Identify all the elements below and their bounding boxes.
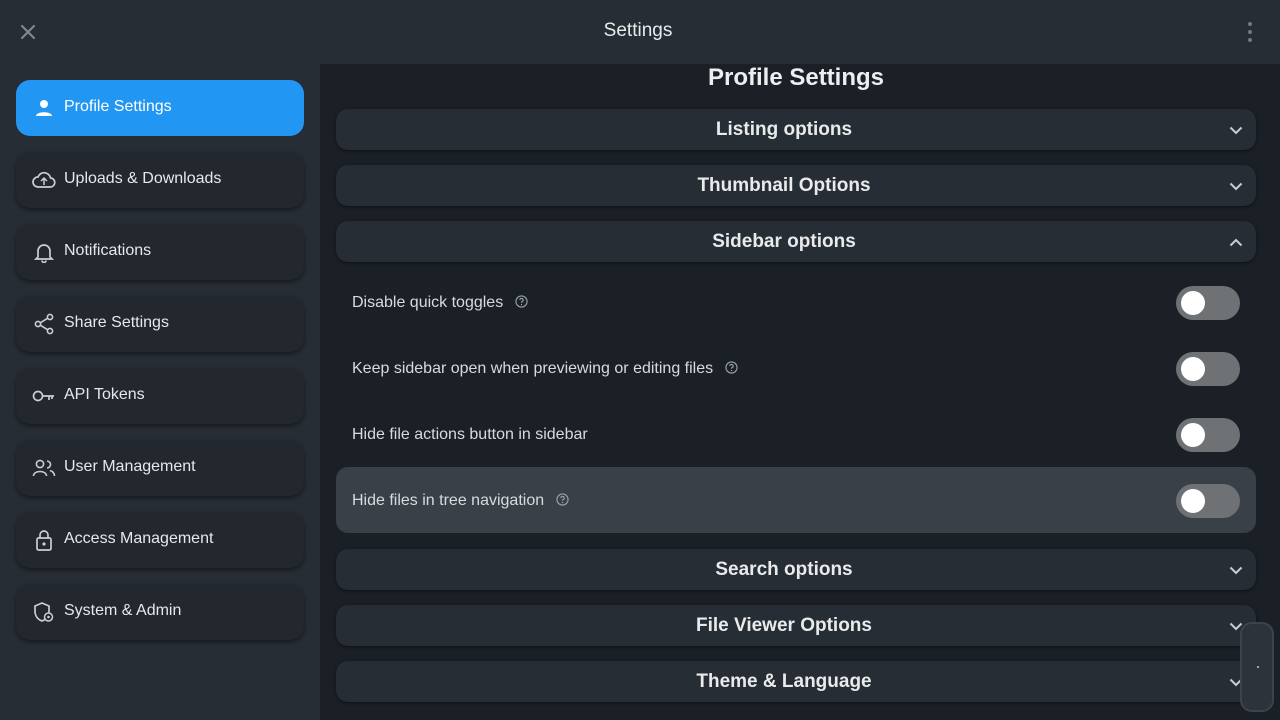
scrollbar-thumb[interactable]	[1240, 622, 1274, 712]
setting-label: Hide file actions button in sidebar	[352, 426, 588, 443]
toggle-knob	[1181, 357, 1205, 381]
help-icon[interactable]	[556, 493, 569, 506]
section-search-options[interactable]: Search options	[336, 549, 1256, 590]
more-vertical-icon[interactable]	[1242, 22, 1258, 42]
chevron-down-icon	[1228, 122, 1244, 138]
chevron-up-icon	[1228, 234, 1244, 250]
toggle-knob	[1181, 489, 1205, 513]
sidebar-item-label: Notifications	[64, 242, 152, 259]
section-title: Thumbnail Options	[697, 175, 871, 196]
shield-gear-icon	[32, 600, 56, 624]
sidebar-item-user-management[interactable]: User Management	[16, 440, 304, 496]
toggle-switch[interactable]	[1176, 286, 1240, 320]
setting-disable-quick-toggles: Disable quick toggles	[336, 269, 1256, 335]
sidebar-item-label: System & Admin	[64, 602, 182, 619]
sidebar-item-share-settings[interactable]: Share Settings	[16, 296, 304, 352]
chevron-down-icon	[1228, 178, 1244, 194]
toggle-switch[interactable]	[1176, 352, 1240, 386]
section-file-viewer-options[interactable]: File Viewer Options	[336, 605, 1256, 646]
toggle-switch[interactable]	[1176, 484, 1240, 518]
sidebar-item-api-tokens[interactable]: API Tokens	[16, 368, 304, 424]
toggle-knob	[1181, 423, 1205, 447]
window-title: Settings	[603, 20, 673, 41]
help-icon[interactable]	[725, 361, 738, 374]
settings-content: Profile Settings Listing options Thumbna…	[320, 64, 1280, 720]
sidebar-item-access-management[interactable]: Access Management	[16, 512, 304, 568]
sidebar-item-label: API Tokens	[64, 386, 145, 403]
lock-icon	[32, 528, 56, 552]
sidebar-item-label: Uploads & Downloads	[64, 170, 222, 187]
help-icon[interactable]	[515, 295, 528, 308]
setting-label: Keep sidebar open when previewing or edi…	[352, 360, 714, 377]
key-icon	[32, 384, 56, 408]
person-icon	[32, 96, 56, 120]
page-title: Profile Settings	[707, 64, 885, 91]
bell-icon	[32, 240, 56, 264]
top-bar: Settings	[0, 0, 1280, 64]
sidebar-item-label: Profile Settings	[64, 98, 172, 115]
share-icon	[32, 312, 56, 336]
sidebar-item-label: Share Settings	[64, 314, 169, 331]
section-title: File Viewer Options	[696, 615, 872, 636]
cloud-sync-icon	[32, 168, 56, 192]
sidebar-item-notifications[interactable]: Notifications	[16, 224, 304, 280]
settings-sidebar: Profile Settings Uploads & Downloads Not…	[0, 64, 320, 720]
setting-hide-file-actions: Hide file actions button in sidebar	[336, 401, 1256, 467]
sidebar-item-uploads-downloads[interactable]: Uploads & Downloads	[16, 152, 304, 208]
users-icon	[32, 456, 56, 480]
section-theme-language[interactable]: Theme & Language	[336, 661, 1256, 702]
setting-keep-sidebar-open: Keep sidebar open when previewing or edi…	[336, 335, 1256, 401]
toggle-knob	[1181, 291, 1205, 315]
section-sidebar-options[interactable]: Sidebar options	[336, 221, 1256, 262]
section-title: Search options	[715, 559, 853, 580]
section-listing-options[interactable]: Listing options	[336, 109, 1256, 150]
sidebar-item-label: User Management	[64, 458, 196, 475]
chevron-down-icon	[1228, 562, 1244, 578]
sidebar-item-system-admin[interactable]: System & Admin	[16, 584, 304, 640]
setting-label: Disable quick toggles	[352, 294, 504, 311]
setting-label: Hide files in tree navigation	[352, 492, 545, 509]
toggle-switch[interactable]	[1176, 418, 1240, 452]
section-title: Listing options	[715, 119, 853, 140]
section-thumbnail-options[interactable]: Thumbnail Options	[336, 165, 1256, 206]
sidebar-item-profile-settings[interactable]: Profile Settings	[16, 80, 304, 136]
setting-hide-files-tree: Hide files in tree navigation	[336, 467, 1256, 533]
section-title: Theme & Language	[696, 671, 872, 692]
sidebar-item-label: Access Management	[64, 530, 214, 547]
section-title: Sidebar options	[712, 231, 856, 252]
